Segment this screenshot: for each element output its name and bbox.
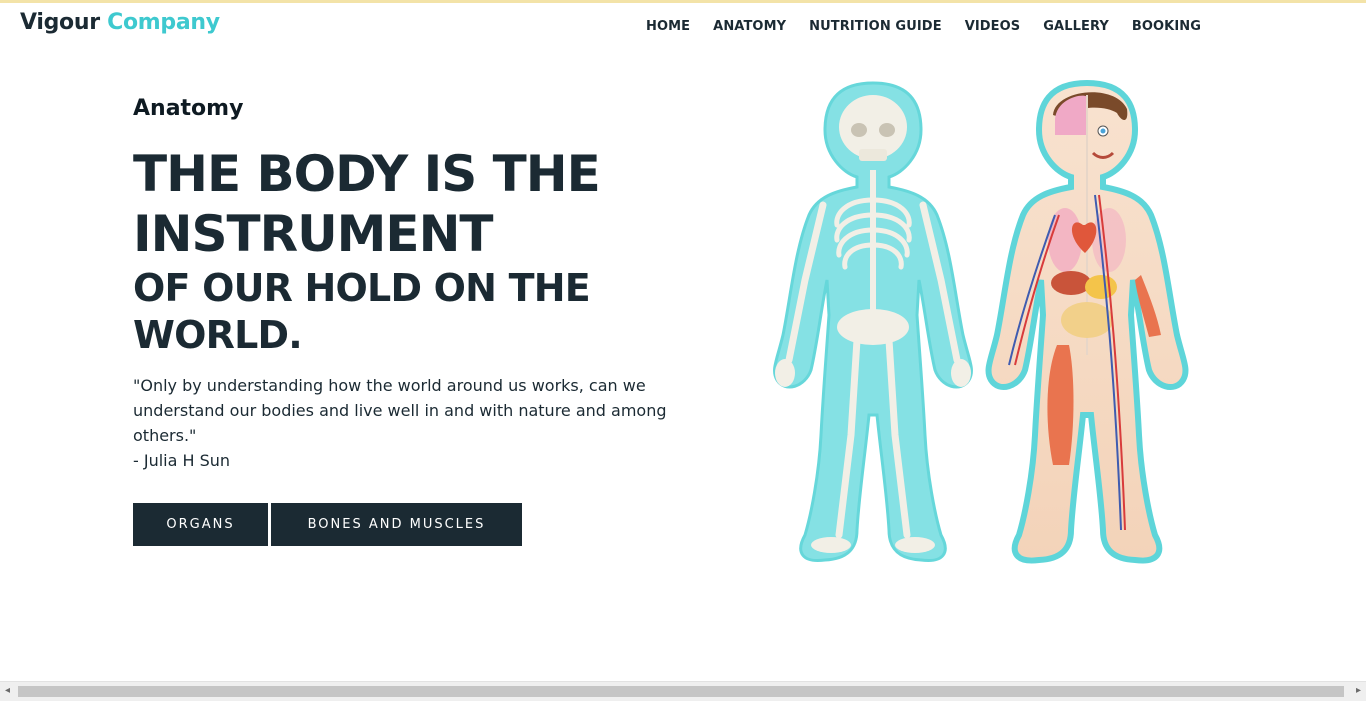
hero-title-line1: THE BODY IS THE bbox=[133, 145, 601, 203]
nav-home[interactable]: HOME bbox=[646, 19, 690, 34]
nav-anatomy[interactable]: ANATOMY bbox=[713, 19, 786, 34]
scroll-left-icon[interactable]: ◂ bbox=[5, 685, 10, 696]
nav-booking[interactable]: BOOKING bbox=[1132, 19, 1201, 34]
scroll-right-icon[interactable]: ▸ bbox=[1356, 685, 1361, 696]
hero-buttons: ORGANS BONES AND MUSCLES bbox=[133, 503, 525, 546]
nav-nutrition-guide[interactable]: NUTRITION GUIDE bbox=[809, 19, 942, 34]
main-nav: HOME ANATOMY NUTRITION GUIDE VIDEOS GALL… bbox=[646, 19, 1224, 34]
hero-quote: "Only by understanding how the world aro… bbox=[133, 376, 667, 445]
hero-title-line4: WORLD. bbox=[133, 313, 303, 357]
top-accent-line bbox=[0, 0, 1366, 3]
hero-title-line2: INSTRUMENT bbox=[133, 205, 494, 263]
hero-subtitle: Anatomy bbox=[133, 96, 244, 121]
scrollbar-thumb[interactable] bbox=[18, 686, 1344, 697]
hero-title: THE BODY IS THE INSTRUMENT OF OUR HOLD O… bbox=[133, 144, 601, 358]
horizontal-scrollbar[interactable]: ◂ ▸ bbox=[0, 681, 1366, 701]
quote-author: - Julia H Sun bbox=[133, 451, 231, 470]
brand-name-part2: Company bbox=[107, 10, 220, 35]
brand-name-part1: Vigour bbox=[20, 10, 100, 35]
nav-gallery[interactable]: GALLERY bbox=[1043, 19, 1109, 34]
human-anatomy-illustration bbox=[765, 75, 1195, 574]
brand-logo[interactable]: Vigour Company bbox=[20, 10, 220, 35]
organs-figure bbox=[985, 79, 1189, 564]
hero-title-line3: OF OUR HOLD ON THE bbox=[133, 266, 591, 310]
bones-and-muscles-button[interactable]: BONES AND MUSCLES bbox=[271, 503, 522, 546]
nav-videos[interactable]: VIDEOS bbox=[965, 19, 1021, 34]
organs-button[interactable]: ORGANS bbox=[133, 503, 268, 546]
skeleton-figure bbox=[773, 81, 973, 563]
